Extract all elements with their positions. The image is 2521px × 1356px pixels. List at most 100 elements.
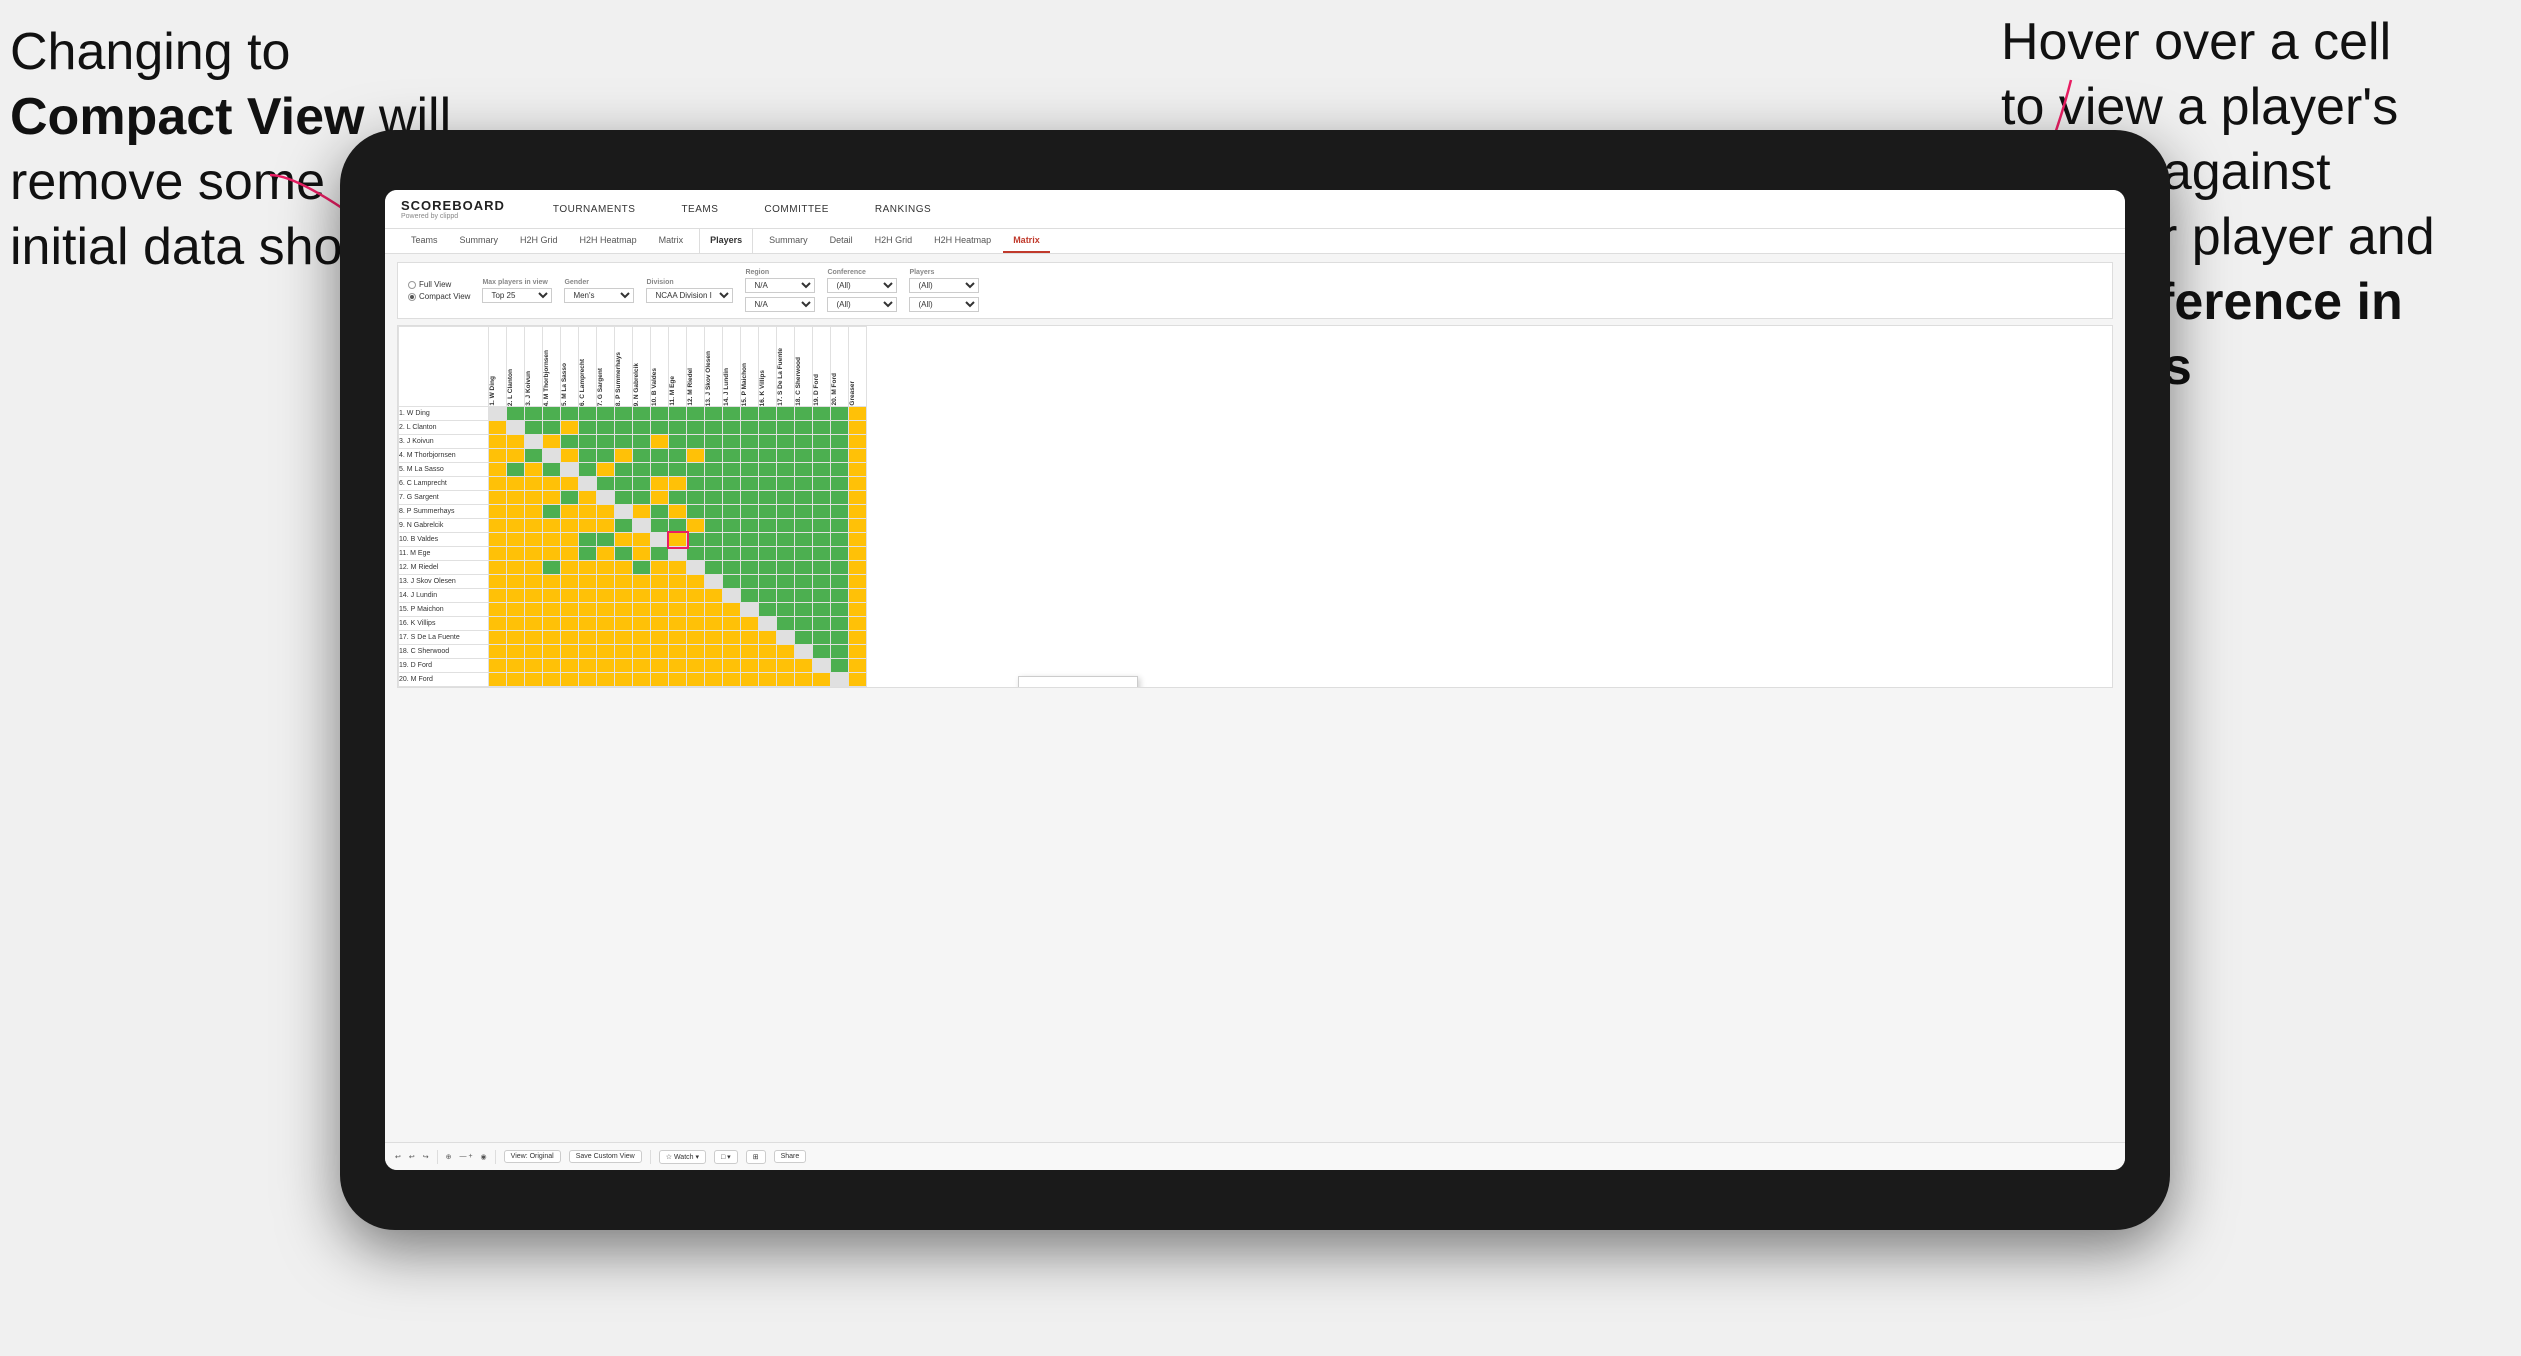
matrix-cell[interactable] — [597, 631, 615, 645]
matrix-cell[interactable] — [813, 421, 831, 435]
matrix-cell[interactable] — [561, 589, 579, 603]
matrix-cell[interactable] — [507, 435, 525, 449]
matrix-cell[interactable] — [525, 449, 543, 463]
players-select-2[interactable]: (All) — [909, 297, 979, 312]
matrix-cell[interactable] — [687, 407, 705, 421]
matrix-cell[interactable] — [759, 617, 777, 631]
matrix-cell[interactable] — [525, 435, 543, 449]
matrix-cell[interactable] — [507, 477, 525, 491]
matrix-cell[interactable] — [561, 561, 579, 575]
matrix-cell[interactable] — [615, 645, 633, 659]
matrix-cell[interactable] — [741, 603, 759, 617]
matrix-cell[interactable] — [687, 421, 705, 435]
matrix-cell[interactable] — [759, 603, 777, 617]
matrix-cell[interactable] — [525, 617, 543, 631]
matrix-cell[interactable] — [741, 575, 759, 589]
matrix-cell[interactable] — [633, 449, 651, 463]
matrix-cell[interactable] — [687, 659, 705, 673]
matrix-cell[interactable] — [561, 519, 579, 533]
matrix-cell[interactable] — [507, 547, 525, 561]
matrix-cell[interactable] — [777, 533, 795, 547]
matrix-cell[interactable] — [633, 519, 651, 533]
matrix-cell[interactable] — [651, 449, 669, 463]
matrix-cell[interactable] — [669, 449, 687, 463]
matrix-cell[interactable] — [723, 589, 741, 603]
toolbar-undo[interactable]: ↩ — [395, 1153, 401, 1161]
matrix-cell[interactable] — [687, 519, 705, 533]
matrix-cell[interactable] — [507, 407, 525, 421]
players-select-1[interactable]: (All) — [909, 278, 979, 293]
tab-teams[interactable]: Teams — [401, 229, 448, 253]
tab-players-h2h-grid[interactable]: H2H Grid — [865, 229, 923, 253]
matrix-cell[interactable] — [489, 449, 507, 463]
toolbar-zoom-out[interactable]: ⊕ — [446, 1153, 452, 1161]
matrix-cell[interactable] — [489, 617, 507, 631]
matrix-cell[interactable] — [633, 463, 651, 477]
matrix-cell[interactable] — [777, 407, 795, 421]
matrix-cell[interactable] — [705, 617, 723, 631]
matrix-cell[interactable] — [543, 407, 561, 421]
matrix-cell[interactable] — [813, 435, 831, 449]
matrix-cell[interactable] — [795, 435, 813, 449]
matrix-cell[interactable] — [651, 505, 669, 519]
matrix-cell[interactable] — [525, 421, 543, 435]
matrix-cell[interactable] — [795, 491, 813, 505]
region-select-2[interactable]: N/A — [745, 297, 815, 312]
toolbar-save-custom[interactable]: Save Custom View — [569, 1150, 642, 1163]
matrix-cell[interactable] — [615, 589, 633, 603]
matrix-cell[interactable] — [723, 603, 741, 617]
matrix-cell[interactable] — [831, 659, 849, 673]
matrix-cell[interactable] — [777, 491, 795, 505]
matrix-cell[interactable] — [795, 589, 813, 603]
matrix-cell[interactable] — [615, 547, 633, 561]
matrix-cell[interactable] — [561, 435, 579, 449]
matrix-cell[interactable] — [597, 547, 615, 561]
matrix-cell[interactable] — [507, 519, 525, 533]
matrix-cell[interactable] — [741, 505, 759, 519]
matrix-cell[interactable] — [723, 449, 741, 463]
matrix-cell[interactable] — [705, 673, 723, 687]
nav-teams[interactable]: TEAMS — [673, 200, 726, 219]
matrix-cell[interactable] — [633, 589, 651, 603]
matrix-cell[interactable] — [525, 491, 543, 505]
matrix-cell[interactable] — [615, 421, 633, 435]
matrix-cell[interactable] — [795, 477, 813, 491]
matrix-cell[interactable] — [669, 505, 687, 519]
matrix-cell[interactable] — [723, 575, 741, 589]
matrix-cell[interactable] — [489, 435, 507, 449]
matrix-cell[interactable] — [633, 631, 651, 645]
matrix-cell[interactable] — [813, 631, 831, 645]
matrix-cell[interactable] — [777, 463, 795, 477]
matrix-cell[interactable] — [813, 589, 831, 603]
matrix-cell[interactable] — [489, 575, 507, 589]
matrix-cell[interactable] — [777, 519, 795, 533]
matrix-cell[interactable] — [759, 631, 777, 645]
matrix-cell[interactable] — [489, 519, 507, 533]
matrix-cell[interactable] — [489, 631, 507, 645]
matrix-cell-extra[interactable] — [849, 491, 867, 505]
matrix-cell[interactable] — [525, 505, 543, 519]
matrix-cell[interactable] — [525, 645, 543, 659]
matrix-cell[interactable] — [813, 491, 831, 505]
matrix-cell[interactable] — [741, 547, 759, 561]
matrix-cell[interactable] — [597, 519, 615, 533]
matrix-cell[interactable] — [723, 547, 741, 561]
matrix-cell[interactable] — [705, 449, 723, 463]
matrix-cell[interactable] — [723, 617, 741, 631]
matrix-cell[interactable] — [705, 547, 723, 561]
matrix-cell[interactable] — [777, 561, 795, 575]
nav-rankings[interactable]: RANKINGS — [867, 200, 939, 219]
matrix-cell[interactable] — [777, 673, 795, 687]
matrix-cell-extra[interactable] — [849, 519, 867, 533]
matrix-cell[interactable] — [759, 659, 777, 673]
matrix-cell[interactable] — [561, 421, 579, 435]
matrix-cell[interactable] — [795, 449, 813, 463]
max-players-select[interactable]: Top 25 — [482, 288, 552, 303]
matrix-cell[interactable] — [723, 673, 741, 687]
matrix-cell[interactable] — [759, 463, 777, 477]
compact-view-option[interactable]: Compact View — [408, 292, 470, 301]
conference-select-1[interactable]: (All) — [827, 278, 897, 293]
matrix-cell[interactable] — [669, 673, 687, 687]
matrix-cell[interactable] — [543, 561, 561, 575]
matrix-cell[interactable] — [759, 407, 777, 421]
